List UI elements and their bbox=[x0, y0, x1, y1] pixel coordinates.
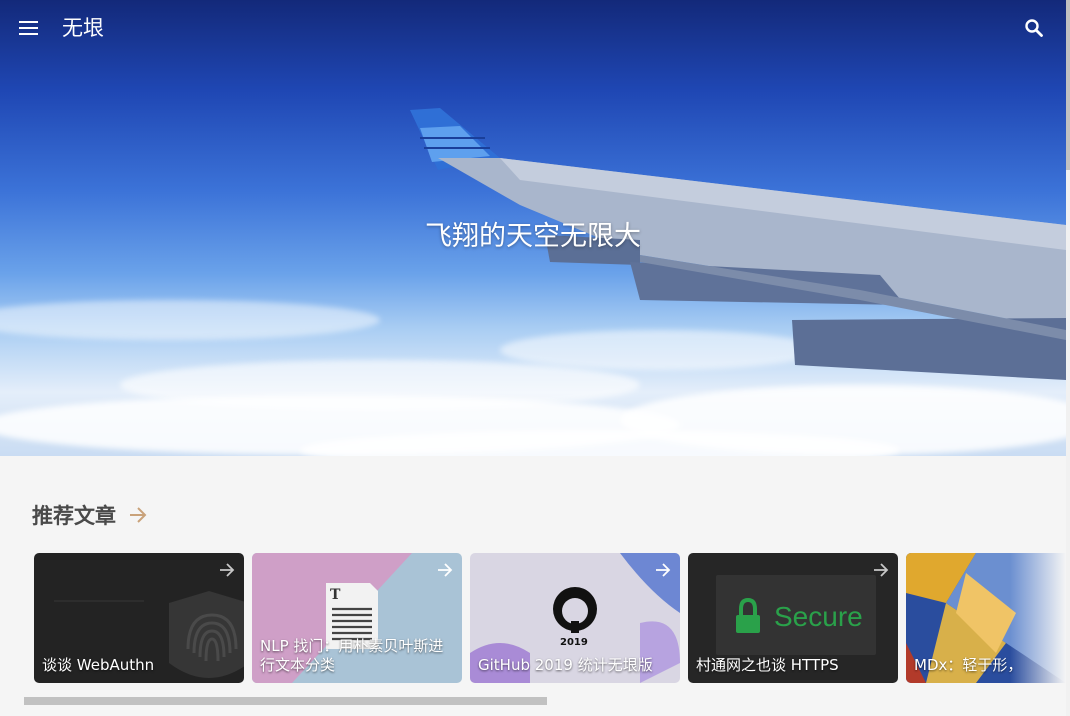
post-card-title: 村通网之也谈 HTTPS bbox=[696, 656, 839, 674]
arrow-right-icon bbox=[438, 563, 453, 577]
search-icon[interactable] bbox=[1022, 16, 1046, 40]
arrow-right-icon bbox=[130, 507, 147, 523]
cards-horizontal-scrollbar[interactable] bbox=[24, 697, 547, 705]
post-card[interactable]: 2019 GitHub 2019 统计无垠版 bbox=[470, 553, 680, 683]
post-card[interactable]: Secure 村通网之也谈 HTTPS bbox=[688, 553, 898, 683]
secure-badge-text: Secure bbox=[774, 601, 863, 632]
section-title: 推荐文章 bbox=[32, 504, 116, 528]
svg-text:2019: 2019 bbox=[560, 637, 588, 648]
post-card[interactable]: 谈谈 WebAuthn bbox=[34, 553, 244, 683]
svg-text:T: T bbox=[330, 587, 341, 603]
menu-icon[interactable] bbox=[14, 14, 44, 42]
post-card-title: 谈谈 WebAuthn bbox=[42, 656, 155, 674]
post-card-title: NLP 找门：用朴素贝叶斯进行文本分类 bbox=[260, 637, 444, 674]
arrow-right-icon bbox=[874, 563, 889, 577]
cards-fade-overlay bbox=[1010, 553, 1066, 683]
app-bar: 无垠 bbox=[0, 0, 1066, 56]
site-title[interactable]: 无垠 bbox=[62, 12, 104, 42]
post-card[interactable]: T NLP 找门：用朴素贝叶斯进行文本分类 bbox=[252, 553, 462, 683]
post-card-title: GitHub 2019 统计无垠版 bbox=[478, 656, 653, 674]
scrollbar-thumb[interactable] bbox=[1066, 0, 1070, 170]
arrow-right-icon bbox=[220, 563, 235, 577]
page-vertical-scrollbar[interactable] bbox=[1066, 0, 1070, 716]
recommended-cards: 谈谈 WebAuthn T NLP 找门：用朴素贝叶斯进行文本分类 2019 G… bbox=[34, 553, 1066, 683]
hero-slogan: 飞翔的天空无限大 bbox=[425, 221, 641, 252]
arrow-right-icon bbox=[656, 563, 671, 577]
recommended-section-header[interactable]: 推荐文章 bbox=[32, 500, 148, 530]
